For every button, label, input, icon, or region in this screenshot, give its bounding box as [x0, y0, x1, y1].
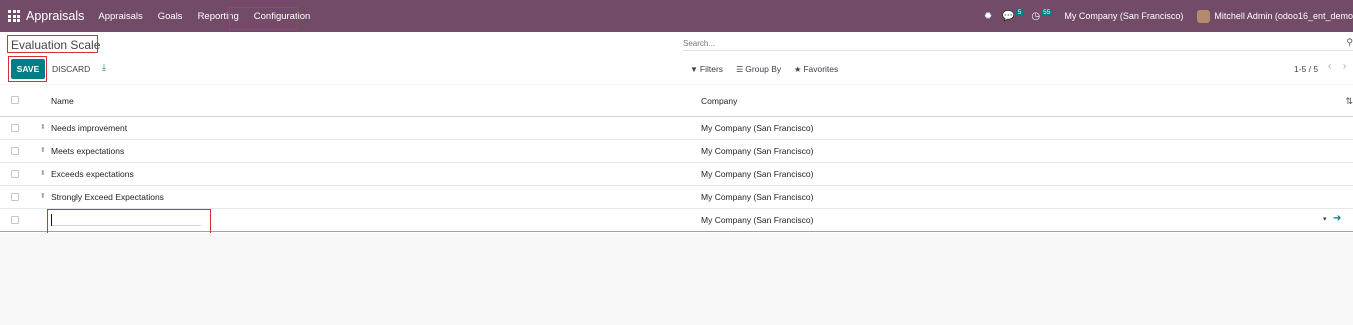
control-panel: Evaluation Scale SAVE DISCARD ⤓ ⚲ ▼Filte…	[0, 32, 1353, 84]
chevron-right-icon[interactable]: ›	[1343, 61, 1346, 72]
download-icon[interactable]: ⤓	[102, 62, 106, 73]
discard-button[interactable]: DISCARD	[52, 64, 90, 74]
table-row[interactable]: ⬍ Needs improvement My Company (San Fran…	[0, 117, 1353, 140]
row-checkbox[interactable]	[11, 124, 19, 132]
drag-handle-icon[interactable]: ⬍	[40, 192, 46, 200]
clock-icon[interactable]: ◷ 55	[1031, 8, 1053, 22]
search-options: ▼ Filters ☰ Group By ★ Favorites	[690, 64, 838, 74]
table-header: Name Company ⇅	[0, 85, 1353, 117]
navbar-systray: ✹ 💬 5 ◷ 55 My Company (San Francisco) Mitc…	[984, 0, 1353, 32]
pager-value[interactable]: 1-5 / 5	[1294, 64, 1318, 74]
empty-area	[0, 233, 1353, 325]
bug-icon[interactable]: ✹	[984, 11, 992, 22]
menu-goals[interactable]: Goals	[158, 11, 183, 22]
editable-row[interactable]: My Company (San Francisco) ▾ ➔	[0, 209, 1353, 235]
search-bar: ⚲	[683, 37, 1353, 51]
messages-badge: 5	[1015, 8, 1024, 16]
layers-icon: ☰	[736, 65, 744, 74]
favorites-label: Favorites	[803, 64, 839, 74]
avatar[interactable]	[1197, 9, 1211, 23]
apps-grid-icon[interactable]	[8, 10, 20, 22]
row-name[interactable]: Meets expectations	[51, 146, 124, 156]
name-input-highlight	[47, 209, 211, 235]
caret-down-icon[interactable]: ▾	[1323, 215, 1327, 223]
table-row[interactable]: ⬍ Meets expectations My Company (San Fra…	[0, 140, 1353, 163]
favorites-button[interactable]: ★ Favorites	[794, 64, 838, 74]
table-row[interactable]: ⬍ Strongly Exceed Expectations My Compan…	[0, 186, 1353, 209]
row-checkbox[interactable]	[11, 147, 19, 155]
save-highlight	[8, 56, 47, 82]
menu-reporting[interactable]: Reporting	[198, 11, 239, 22]
row-name[interactable]: Strongly Exceed Expectations	[51, 192, 164, 202]
chat-icon[interactable]: 💬 5	[1002, 8, 1024, 22]
company-field[interactable]: My Company (San Francisco)	[701, 215, 813, 225]
search-input[interactable]	[683, 37, 1333, 49]
menu-configuration[interactable]: Configuration	[254, 11, 311, 22]
row-checkbox[interactable]	[11, 170, 19, 178]
row-name[interactable]: Needs improvement	[51, 123, 127, 133]
column-header-name[interactable]: Name	[51, 96, 74, 106]
company-switcher[interactable]: My Company (San Francisco)	[1064, 11, 1183, 21]
column-header-company[interactable]: Company	[701, 96, 737, 106]
menu-appraisals[interactable]: Appraisals	[98, 11, 142, 22]
top-navbar: Appraisals Appraisals Goals Reporting Co…	[0, 0, 1353, 32]
search-icon[interactable]: ⚲	[1346, 37, 1353, 48]
filters-button[interactable]: ▼ Filters	[690, 64, 723, 74]
row-checkbox[interactable]	[11, 193, 19, 201]
app-name[interactable]: Appraisals	[26, 9, 84, 23]
row-name[interactable]: Exceeds expectations	[51, 169, 134, 179]
groupby-label: Group By	[745, 64, 782, 74]
row-checkbox[interactable]	[11, 216, 19, 224]
user-menu[interactable]: Mitchell Admin (odoo16_ent_demo	[1214, 11, 1353, 21]
select-all-checkbox[interactable]	[11, 96, 19, 104]
drag-handle-icon[interactable]: ⬍	[40, 169, 46, 177]
row-company[interactable]: My Company (San Francisco)	[701, 123, 813, 133]
star-icon: ★	[794, 65, 802, 74]
row-company[interactable]: My Company (San Francisco)	[701, 146, 813, 156]
arrow-right-icon[interactable]: ➔	[1333, 213, 1341, 224]
optional-columns-icon[interactable]: ⇅	[1345, 96, 1353, 107]
chevron-left-icon[interactable]: ‹	[1328, 61, 1331, 72]
groupby-button[interactable]: ☰ Group By	[736, 64, 781, 74]
drag-handle-icon[interactable]: ⬍	[40, 146, 46, 154]
activities-badge: 55	[1041, 8, 1053, 16]
row-company[interactable]: My Company (San Francisco)	[701, 192, 813, 202]
filter-icon: ▼	[690, 65, 698, 74]
filters-label: Filters	[699, 64, 724, 74]
row-company[interactable]: My Company (San Francisco)	[701, 169, 813, 179]
drag-handle-icon[interactable]: ⬍	[40, 123, 46, 131]
list-view: Name Company ⇅ ⬍ Needs improvement My Co…	[0, 85, 1353, 235]
title-highlight	[7, 35, 98, 53]
table-row[interactable]: ⬍ Exceeds expectations My Company (San F…	[0, 163, 1353, 186]
